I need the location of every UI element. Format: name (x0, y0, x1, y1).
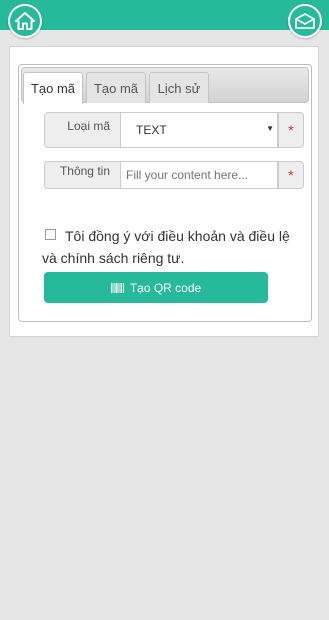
tab-create-code[interactable]: Tạo mã (23, 72, 83, 104)
mail-icon (295, 13, 315, 29)
home-icon (15, 12, 35, 30)
required-indicator-2: * (278, 161, 304, 189)
code-type-label: Loại mã (44, 112, 121, 148)
create-qr-button[interactable]: Tạo QR code (44, 272, 268, 303)
agree-checkbox[interactable] (45, 229, 56, 240)
mail-button[interactable] (288, 4, 322, 38)
info-label: Thông tin (44, 161, 121, 189)
dropdown-arrow-icon: ▼ (266, 124, 274, 133)
tab-strip: Tạo mã Tạo mã Lịch sử (21, 67, 309, 104)
required-indicator: * (278, 112, 304, 148)
barcode-icon (110, 282, 124, 293)
home-button[interactable] (8, 4, 42, 38)
info-input[interactable] (120, 161, 278, 189)
top-bar (0, 0, 329, 30)
main-panel: Tạo mã Tạo mã Lịch sử Loại mã TEXT ▼ * T… (9, 46, 319, 337)
code-type-value: TEXT (136, 123, 167, 137)
terms-agreement: Tôi đồng ý với điều khoản và điều lệ và … (42, 225, 307, 269)
tab-history[interactable]: Lịch sử (149, 72, 209, 103)
agree-text: Tôi đồng ý với điều khoản và điều lệ và … (42, 228, 290, 266)
code-type-select[interactable]: TEXT ▼ (120, 112, 278, 148)
create-qr-label: Tạo QR code (129, 280, 202, 295)
tab-container: Tạo mã Tạo mã Lịch sử Loại mã TEXT ▼ * T… (18, 64, 312, 322)
tab-create-code-2[interactable]: Tạo mã (86, 72, 146, 103)
